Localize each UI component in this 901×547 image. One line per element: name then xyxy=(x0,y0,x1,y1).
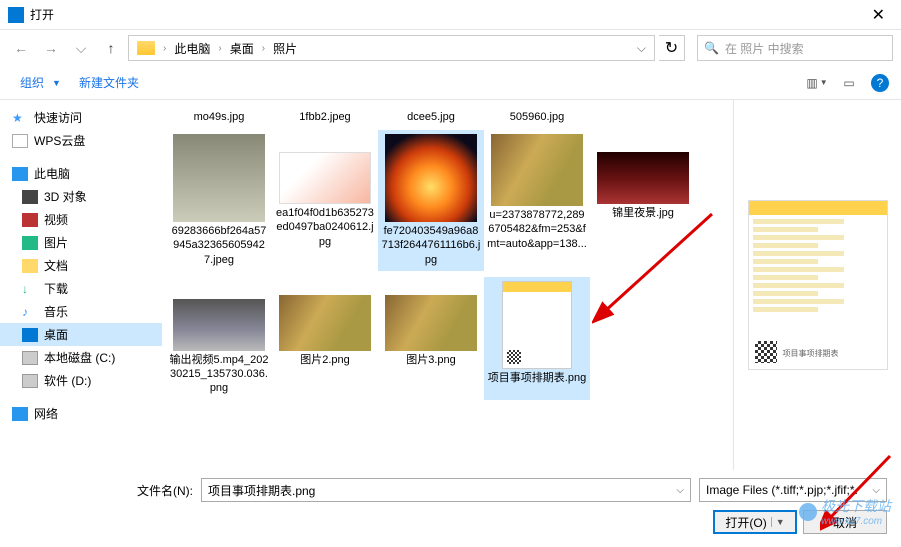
file-item[interactable]: 图片3.png xyxy=(378,277,484,400)
file-item-selected[interactable]: 项目事项排期表.png xyxy=(484,277,590,400)
chevron-down-icon[interactable]: ⌵ xyxy=(676,485,684,496)
chevron-down-icon[interactable]: ⌵ xyxy=(872,485,880,496)
sidebar-item-quick[interactable]: ★快速访问 xyxy=(0,106,162,129)
pc-icon xyxy=(12,167,28,181)
file-item[interactable]: dcee5.jpg xyxy=(378,106,484,130)
picture-icon xyxy=(22,236,38,250)
breadcrumb[interactable]: › 此电脑 › 桌面 › 照片 ⌵ xyxy=(128,35,655,61)
doc-icon xyxy=(12,134,28,148)
thumbnail xyxy=(491,134,583,206)
sidebar-item-network[interactable]: 网络 xyxy=(0,402,162,425)
breadcrumb-p1[interactable]: 桌面 xyxy=(226,40,258,57)
sidebar-item-diskd[interactable]: 软件 (D:) xyxy=(0,369,162,392)
new-folder-button[interactable]: 新建文件夹 xyxy=(71,70,147,95)
thumbnail xyxy=(279,295,371,351)
recent-dropdown-icon[interactable]: ⌵ xyxy=(68,35,94,61)
preview-image: 项目事项排期表 xyxy=(748,200,888,370)
qr-icon xyxy=(755,341,777,363)
sidebar: ★快速访问 WPS云盘 此电脑 3D 对象 视频 图片 文档 ↓下载 ♪音乐 桌… xyxy=(0,100,162,470)
search-placeholder: 在 照片 中搜索 xyxy=(725,40,804,57)
disk-icon xyxy=(22,351,38,365)
file-item[interactable]: 输出视频5.mp4_20230215_135730.036.png xyxy=(166,277,272,400)
sidebar-item-downloads[interactable]: ↓下载 xyxy=(0,277,162,300)
breadcrumb-p2[interactable]: 照片 xyxy=(269,40,301,57)
file-item[interactable]: 505960.jpg xyxy=(484,106,590,130)
up-button[interactable]: ↑ xyxy=(98,35,124,61)
thumbnail xyxy=(385,134,477,222)
file-item[interactable]: fe720403549a96a8713f2644761116b6.jpg xyxy=(378,130,484,271)
app-icon xyxy=(8,7,24,23)
file-item[interactable]: ea1f04f0d1b635273ed0497ba0240612.jpg xyxy=(272,130,378,271)
thumbnail xyxy=(173,299,265,351)
preview-pane: 项目事项排期表 xyxy=(733,100,901,470)
file-item[interactable]: 锦里夜景.jpg xyxy=(590,130,696,271)
forward-button[interactable]: → xyxy=(38,35,64,61)
file-type-filter[interactable]: Image Files (*.tiff;*.pjp;*.jfif;*. ⌵ xyxy=(699,478,887,502)
cube-icon xyxy=(22,190,38,204)
back-button[interactable]: ← xyxy=(8,35,34,61)
sidebar-item-pc[interactable]: 此电脑 xyxy=(0,162,162,185)
video-icon xyxy=(22,213,38,227)
refresh-button[interactable]: ↻ xyxy=(659,35,685,61)
chevron-right-icon: › xyxy=(159,43,170,54)
help-icon[interactable]: ? xyxy=(871,74,889,92)
organize-button[interactable]: 组织 xyxy=(12,70,52,95)
sidebar-item-music[interactable]: ♪音乐 xyxy=(0,300,162,323)
sidebar-item-diskc[interactable]: 本地磁盘 (C:) xyxy=(0,346,162,369)
download-icon: ↓ xyxy=(22,282,38,296)
sidebar-item-desktop[interactable]: 桌面 xyxy=(0,323,162,346)
thumbnail xyxy=(173,134,265,222)
folder-icon xyxy=(137,41,155,55)
search-icon: 🔍 xyxy=(704,41,719,55)
thumbnail xyxy=(279,152,371,204)
window-title: 打开 xyxy=(30,6,54,23)
breadcrumb-root[interactable]: 此电脑 xyxy=(170,40,214,57)
chevron-right-icon: › xyxy=(214,43,225,54)
sidebar-item-video[interactable]: 视频 xyxy=(0,208,162,231)
cancel-button[interactable]: 取消 xyxy=(803,510,887,534)
file-item[interactable]: 1fbb2.jpeg xyxy=(272,106,378,130)
music-icon: ♪ xyxy=(22,305,38,319)
breadcrumb-dropdown-icon[interactable]: ⌵ xyxy=(633,41,650,56)
file-item[interactable]: u=2373878772,2896705482&fm=253&fmt=auto&… xyxy=(484,130,590,271)
chevron-down-icon: ▼ xyxy=(52,78,61,88)
sidebar-item-wps[interactable]: WPS云盘 xyxy=(0,129,162,152)
filename-label: 文件名(N): xyxy=(137,482,193,499)
chevron-right-icon: › xyxy=(258,43,269,54)
file-item[interactable]: 图片2.png xyxy=(272,277,378,400)
file-item[interactable]: mo49s.jpg xyxy=(166,106,272,130)
open-button[interactable]: 打开(O) ▼ xyxy=(713,510,797,534)
close-icon[interactable]: ✕ xyxy=(864,5,893,25)
thumbnail xyxy=(385,295,477,351)
star-icon: ★ xyxy=(12,111,28,125)
search-input[interactable]: 🔍 在 照片 中搜索 xyxy=(697,35,893,61)
sidebar-item-documents[interactable]: 文档 xyxy=(0,254,162,277)
thumbnail xyxy=(597,152,689,204)
view-mode-button[interactable]: ▥ ▼ xyxy=(807,75,827,91)
preview-pane-button[interactable]: ▭ xyxy=(839,75,859,91)
file-item[interactable]: 69283666bf264a57945a323656059427.jpeg xyxy=(166,130,272,271)
documents-icon xyxy=(22,259,38,273)
disk-icon xyxy=(22,374,38,388)
open-dropdown-icon[interactable]: ▼ xyxy=(771,517,785,527)
filename-input[interactable]: 项目事项排期表.png ⌵ xyxy=(201,478,691,502)
file-grid[interactable]: mo49s.jpg 1fbb2.jpeg dcee5.jpg 505960.jp… xyxy=(162,100,733,470)
sidebar-item-pictures[interactable]: 图片 xyxy=(0,231,162,254)
sidebar-item-3d[interactable]: 3D 对象 xyxy=(0,185,162,208)
network-icon xyxy=(12,407,28,421)
thumbnail xyxy=(502,281,572,369)
desktop-icon xyxy=(22,328,38,342)
